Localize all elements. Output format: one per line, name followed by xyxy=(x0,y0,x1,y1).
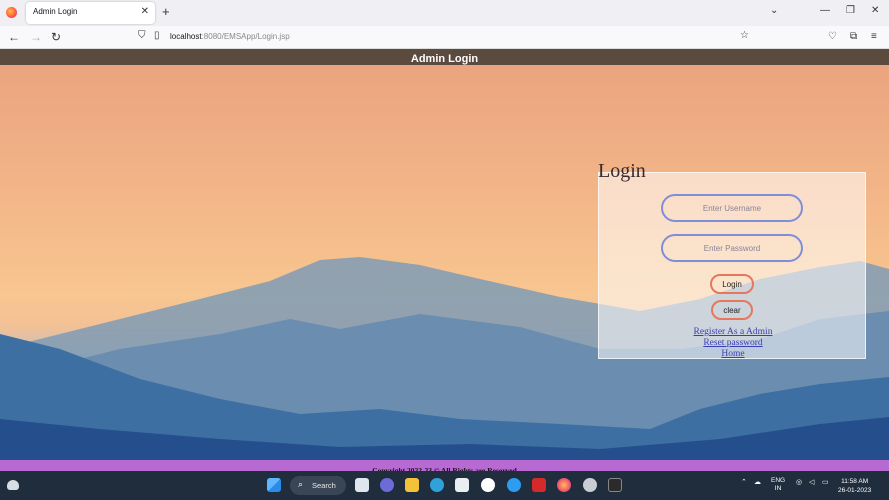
reset-password-link[interactable]: Reset password xyxy=(599,338,867,348)
tab-admin-login[interactable]: Admin Login ✕ xyxy=(26,2,155,24)
url-text[interactable]: localhost:8080/EMSApp/Login.jsp xyxy=(170,32,290,41)
browser-nav-bar: ← → ↻ ⛉ ▯ localhost:8080/EMSApp/Login.js… xyxy=(0,26,889,49)
store-icon[interactable] xyxy=(455,478,469,492)
battery-icon[interactable]: ▭ xyxy=(822,478,829,486)
username-input[interactable] xyxy=(661,194,803,222)
network-icon[interactable]: ◎ xyxy=(796,478,802,486)
start-icon[interactable] xyxy=(267,478,281,492)
reload-icon[interactable]: ↻ xyxy=(51,30,61,44)
clear-button[interactable]: clear xyxy=(711,300,753,320)
clock-date: 26-01-2023 xyxy=(838,487,872,494)
page-footer: Copyright 2022-23 © All Rights are Reser… xyxy=(0,460,889,475)
volume-icon[interactable]: ◁ xyxy=(809,478,814,486)
minimize-icon[interactable]: — xyxy=(820,5,830,16)
home-link[interactable]: Home xyxy=(599,349,867,359)
tab-close-icon[interactable]: ✕ xyxy=(141,6,149,17)
file-explorer-icon[interactable] xyxy=(405,478,419,492)
weather-icon[interactable] xyxy=(7,480,19,490)
new-tab-button[interactable]: + xyxy=(162,4,170,19)
taskbar-search[interactable]: ⌕ Search xyxy=(290,476,346,495)
terminal-icon[interactable] xyxy=(608,478,622,492)
github-icon[interactable] xyxy=(481,478,495,492)
settings-icon[interactable] xyxy=(583,478,597,492)
system-clock[interactable]: 11:58 AM 26-01-2023 xyxy=(838,477,871,495)
tab-title: Admin Login xyxy=(33,7,78,16)
login-panel: Login clear Register As a Admin Reset pa… xyxy=(598,172,866,359)
mcafee-icon[interactable] xyxy=(532,478,546,492)
restore-icon[interactable]: ❐ xyxy=(846,5,855,16)
back-icon[interactable]: ← xyxy=(8,30,20,44)
lang-code: ENG xyxy=(771,477,786,484)
pocket-icon[interactable]: ♡ xyxy=(828,31,837,42)
search-icon: ⌕ xyxy=(298,479,304,489)
language-indicator[interactable]: ENG IN xyxy=(771,477,785,493)
extensions-icon[interactable]: ⧉ xyxy=(850,31,857,42)
edge-icon[interactable] xyxy=(430,478,444,492)
region-code: IN xyxy=(774,485,782,492)
vscode-icon[interactable] xyxy=(507,478,521,492)
menu-icon[interactable]: ≡ xyxy=(871,31,877,42)
page-icon[interactable]: ▯ xyxy=(154,30,160,41)
firefox-icon xyxy=(6,7,17,18)
list-all-tabs-icon[interactable]: ⌄ xyxy=(770,5,778,16)
chat-icon[interactable] xyxy=(380,478,394,492)
shield-icon[interactable]: ⛉ xyxy=(138,30,146,41)
register-link[interactable]: Register As a Admin xyxy=(599,327,867,337)
password-input[interactable] xyxy=(661,234,803,262)
taskbar-search-label: Search xyxy=(312,481,336,490)
login-heading: Login xyxy=(598,160,646,182)
tray-chevron-icon[interactable]: ⌃ xyxy=(741,478,747,486)
forward-icon[interactable]: → xyxy=(30,30,42,44)
firefox-taskbar-icon[interactable] xyxy=(557,478,571,492)
page-header: Admin Login xyxy=(0,49,889,65)
clock-time: 11:58 AM xyxy=(841,478,869,485)
url-bar[interactable]: ⛉ ▯ localhost:8080/EMSApp/Login.jsp ☆ xyxy=(130,28,760,47)
page-content: Admin Login Login clear Register As a Ad… xyxy=(0,49,889,473)
browser-tab-bar: Admin Login ✕ + ⌄ — ❐ ✕ xyxy=(0,0,889,26)
onedrive-icon[interactable]: ☁ xyxy=(754,478,761,486)
page-title: Admin Login xyxy=(410,53,479,65)
task-view-icon[interactable] xyxy=(355,478,369,492)
bookmark-star-icon[interactable]: ☆ xyxy=(740,30,749,41)
windows-taskbar: ⌕ Search ⌃ ☁ ENG IN ◎ ◁ ▭ 11:58 AM 26-01… xyxy=(0,471,889,500)
window-close-icon[interactable]: ✕ xyxy=(871,5,879,16)
login-button[interactable]: Login xyxy=(710,274,754,294)
